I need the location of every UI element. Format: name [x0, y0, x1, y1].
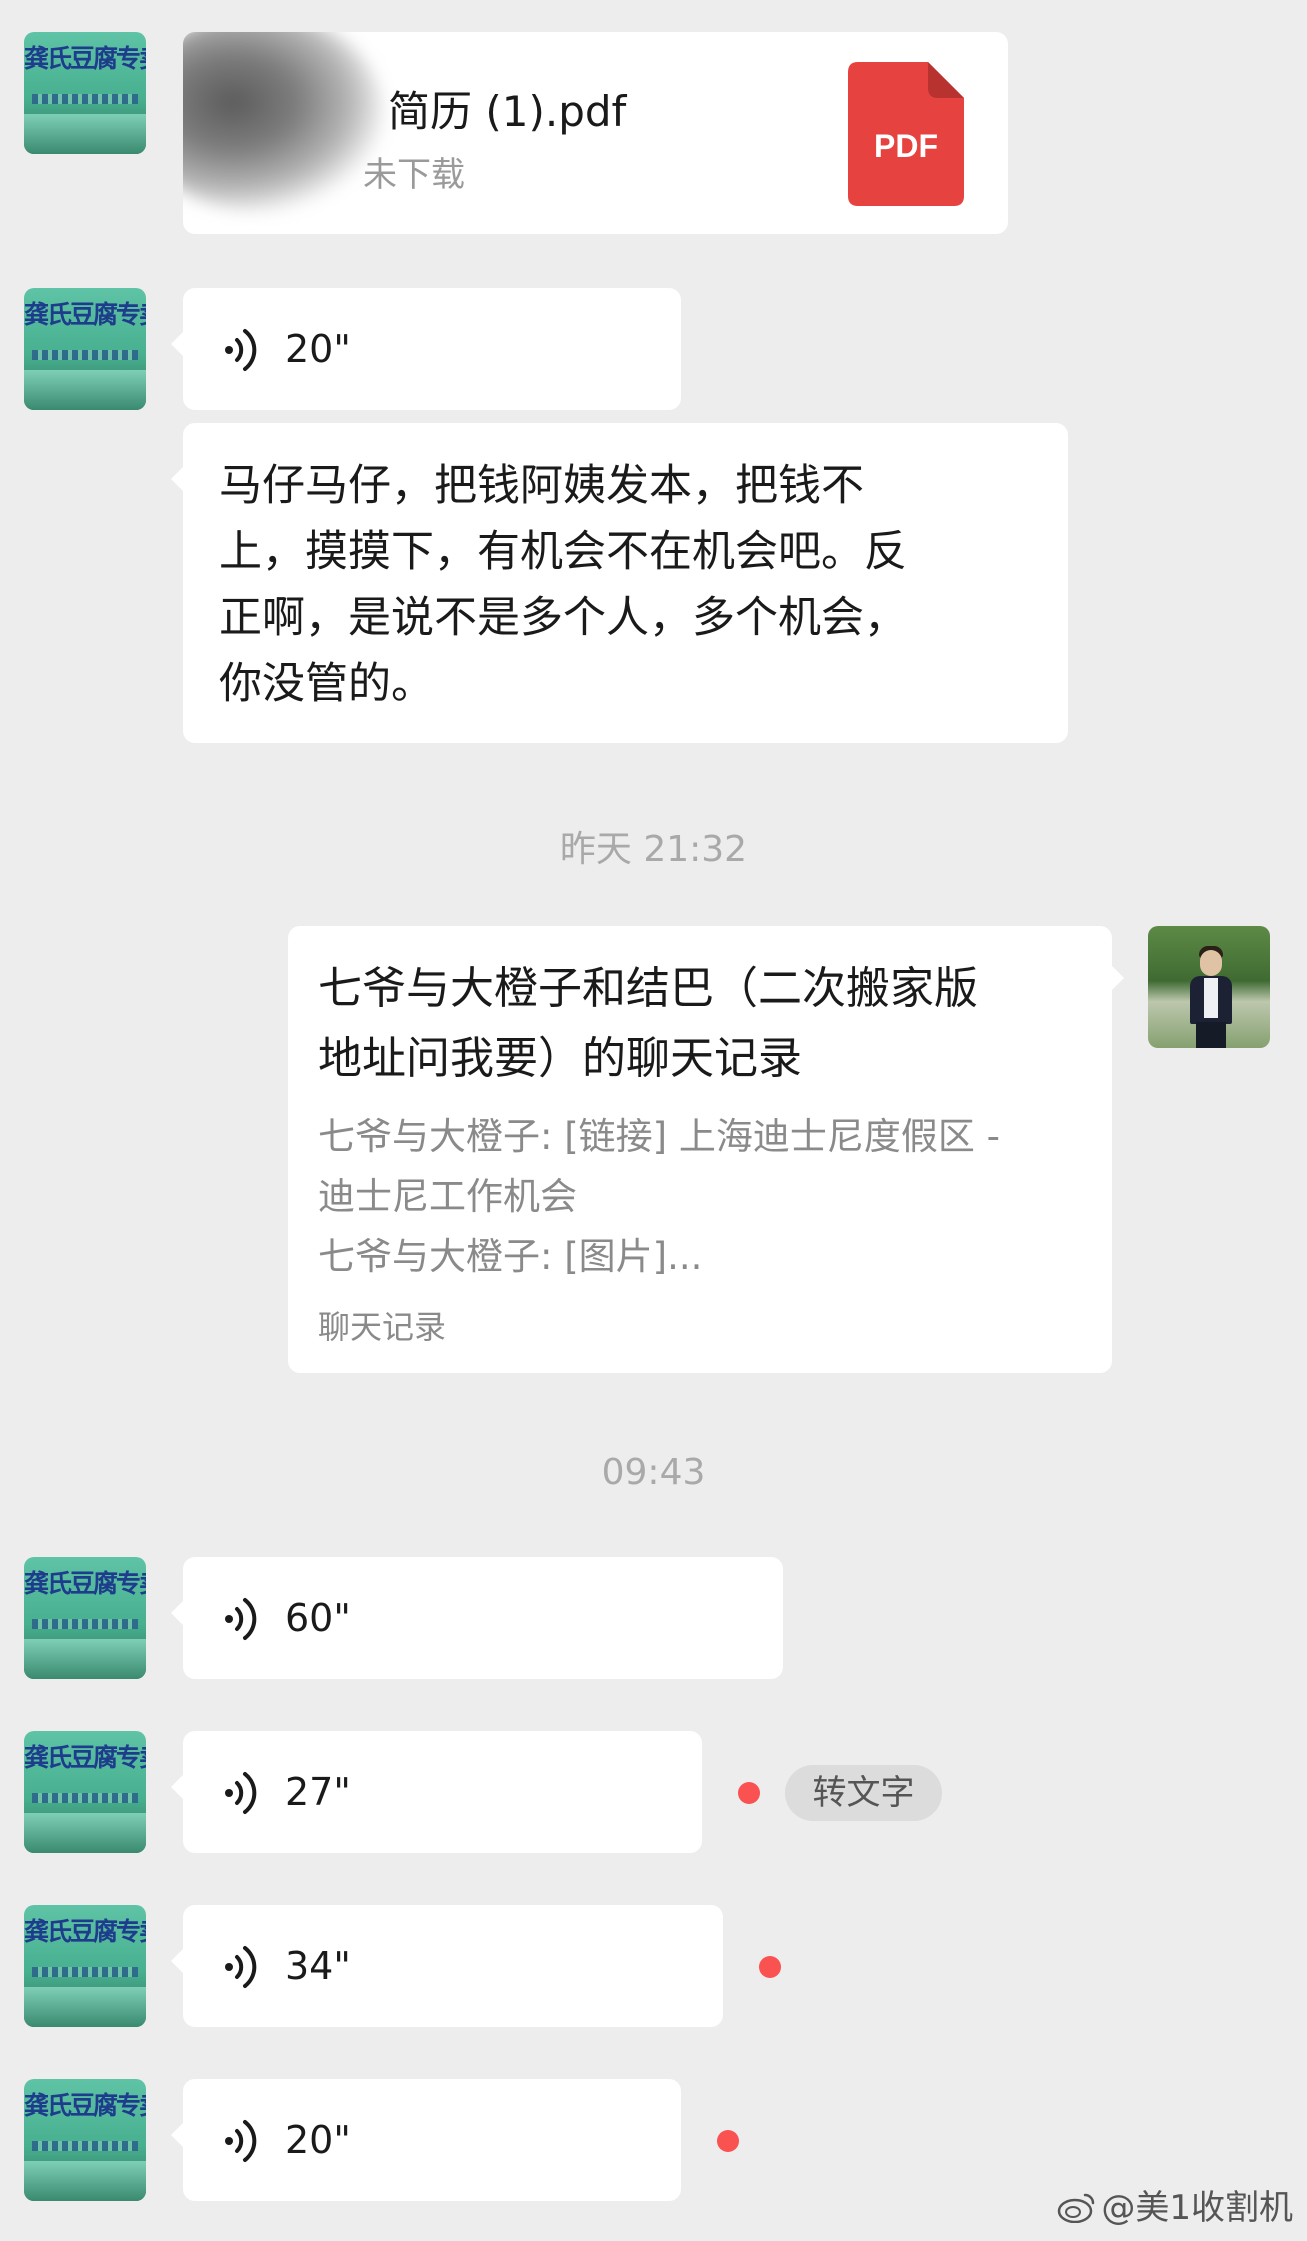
- avatar-sign-text: 龚氏豆腐专卖店: [24, 1743, 146, 1772]
- message-line: 正啊，是说不是多个人，多个机会，: [219, 593, 907, 643]
- voice-message[interactable]: 60": [171, 1557, 783, 1679]
- pdf-file-icon: PDF: [848, 62, 964, 206]
- file-message-card[interactable]: 简历 (1).pdf 未下载 PDF: [183, 32, 1008, 234]
- contact-avatar[interactable]: 龚氏豆腐专卖店: [24, 1905, 146, 2027]
- voice-message[interactable]: 34": [171, 1905, 723, 2027]
- voice-wave-icon: [225, 329, 257, 371]
- voice-duration: 34": [285, 1944, 351, 1988]
- chat-record-preview-line: 七爷与大橙子: [链接] 上海迪士尼度假区 -: [318, 1115, 1000, 1158]
- avatar-sign-text: 龚氏豆腐专卖店: [24, 1917, 146, 1946]
- file-download-status: 未下载: [363, 155, 465, 195]
- chat-record-card[interactable]: 七爷与大橙子和结巴（二次搬家版 地址问我要）的聊天记录 七爷与大橙子: [链接]…: [288, 926, 1124, 1373]
- contact-avatar[interactable]: 龚氏豆腐专卖店: [24, 32, 146, 154]
- time-divider: 09:43: [601, 1452, 706, 1493]
- weibo-logo-icon: [1058, 2193, 1095, 2224]
- message-line: 上，摸摸下，有机会不在机会吧。反: [219, 527, 907, 577]
- voice-duration: 20": [285, 2118, 351, 2162]
- time-divider: 昨天 21:32: [559, 829, 748, 870]
- voice-wave-icon: [225, 1598, 257, 1640]
- chat-record-preview-line: 迪士尼工作机会: [318, 1175, 577, 1218]
- contact-avatar[interactable]: 龚氏豆腐专卖店: [24, 1557, 146, 1679]
- avatar-sign-text: 龚氏豆腐专卖店: [24, 44, 146, 73]
- message-text: 马仔马仔，把钱阿姨发本，把钱不 上，摸摸下，有机会不在机会吧。反 正啊，是说不是…: [219, 453, 1038, 717]
- unread-dot: [717, 2130, 739, 2152]
- text-message[interactable]: 马仔马仔，把钱阿姨发本，把钱不 上，摸摸下，有机会不在机会吧。反 正啊，是说不是…: [171, 423, 1068, 743]
- message-line: 你没管的。: [219, 659, 434, 709]
- weibo-watermark: @美1收割机: [1057, 2180, 1293, 2229]
- avatar-sign-text: 龚氏豆腐专卖店: [24, 300, 146, 329]
- avatar-sign-text: 龚氏豆腐专卖店: [24, 2091, 146, 2120]
- unread-dot: [759, 1956, 781, 1978]
- voice-wave-icon: [225, 2120, 257, 2162]
- chat-record-title-line: 七爷与大橙子和结巴（二次搬家版: [318, 963, 978, 1014]
- file-name: 简历 (1).pdf: [388, 87, 627, 136]
- avatar-sign-text: 龚氏豆腐专卖店: [24, 1569, 146, 1598]
- voice-duration: 60": [285, 1596, 351, 1640]
- voice-message[interactable]: 27": [171, 1731, 702, 1853]
- pdf-label: PDF: [874, 128, 938, 164]
- redacted-blur: [183, 32, 383, 212]
- watermark-text: @美1收割机: [1101, 2188, 1293, 2228]
- unread-dot: [738, 1782, 760, 1804]
- contact-avatar[interactable]: 龚氏豆腐专卖店: [24, 2079, 146, 2201]
- contact-avatar[interactable]: 龚氏豆腐专卖店: [24, 288, 146, 410]
- voice-message[interactable]: 20": [171, 288, 681, 410]
- chat-record-title: 七爷与大橙子和结巴（二次搬家版 地址问我要）的聊天记录: [318, 954, 1082, 1094]
- convert-to-text-button[interactable]: 转文字: [785, 1765, 942, 1821]
- voice-duration: 27": [285, 1770, 351, 1814]
- message-line: 马仔马仔，把钱阿姨发本，把钱不: [219, 461, 864, 511]
- chat-record-preview-line: 七爷与大橙子: [图片]...: [318, 1235, 703, 1278]
- voice-wave-icon: [225, 1772, 257, 1814]
- chat-record-title-line: 地址问我要）的聊天记录: [318, 1033, 802, 1084]
- my-avatar[interactable]: [1148, 926, 1270, 1048]
- contact-avatar[interactable]: 龚氏豆腐专卖店: [24, 1731, 146, 1853]
- voice-wave-icon: [225, 1946, 257, 1988]
- voice-message[interactable]: 20": [171, 2079, 681, 2201]
- voice-duration: 20": [285, 327, 351, 371]
- chat-record-label: 聊天记录: [318, 1308, 447, 1346]
